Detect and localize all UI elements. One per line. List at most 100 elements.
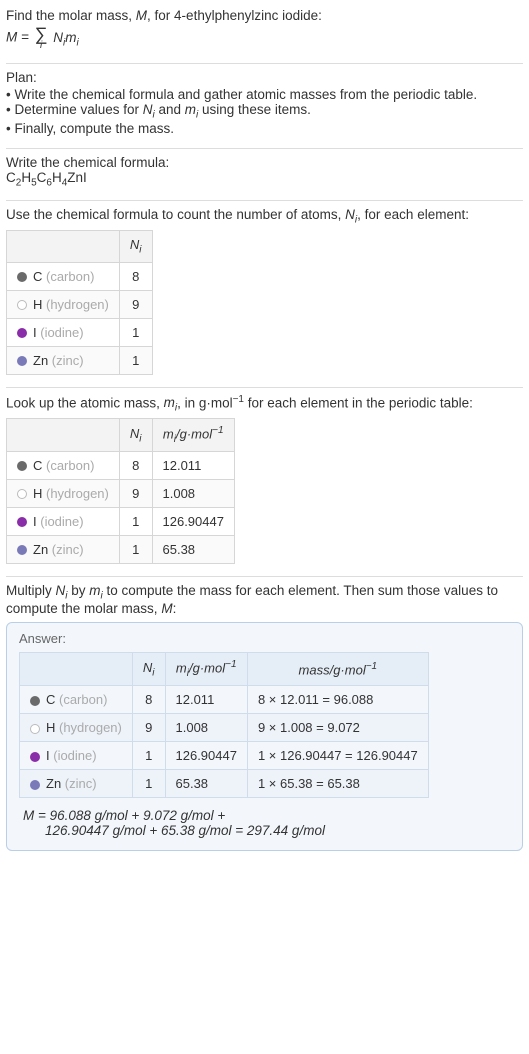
cell-Ni: 1	[119, 507, 152, 535]
element-cell: H (hydrogen)	[20, 714, 133, 742]
cell-Ni: 8	[119, 451, 152, 479]
var-M: M	[6, 30, 17, 45]
formula-title: Write the chemical formula:	[6, 155, 523, 170]
col-mi: mi/g·mol−1	[152, 418, 234, 451]
intro-text-post: , for 4-ethylphenylzinc iodide:	[147, 8, 322, 23]
divider	[6, 63, 523, 64]
element-dot-icon	[17, 517, 27, 527]
divider	[6, 148, 523, 149]
table-row: Zn (zinc)165.38	[7, 535, 235, 563]
element-name: (iodine)	[53, 748, 96, 763]
table-row: I (iodine)1126.90447	[7, 507, 235, 535]
count-rows: C (carbon)8H (hydrogen)9I (iodine)1Zn (z…	[7, 262, 153, 374]
element-cell: Zn (zinc)	[7, 346, 120, 374]
table-row: H (hydrogen)91.008	[7, 479, 235, 507]
element-dot-icon	[30, 696, 40, 706]
table-row: I (iodine)1	[7, 318, 153, 346]
element-cell: Zn (zinc)	[7, 535, 120, 563]
cell-mi: 126.90447	[165, 742, 247, 770]
answer-box: Answer: Ni mi/g·mol−1 mass/g·mol−1 C (ca…	[6, 622, 523, 851]
plan-title: Plan:	[6, 70, 523, 85]
cell-mass: 8 × 12.011 = 96.088	[247, 686, 428, 714]
element-dot-icon	[17, 272, 27, 282]
element-dot-icon	[17, 300, 27, 310]
cell-mi: 65.38	[152, 535, 234, 563]
var-mi: mi	[65, 30, 78, 45]
table-header-row: Ni	[7, 231, 153, 263]
element-symbol: H	[33, 486, 46, 501]
count-title: Use the chemical formula to count the nu…	[6, 207, 523, 226]
col-Ni: Ni	[119, 231, 152, 263]
cell-mi: 12.011	[152, 451, 234, 479]
answer-title: Answer:	[19, 631, 510, 646]
divider	[6, 576, 523, 577]
cell-Ni: 9	[132, 714, 165, 742]
table-row: H (hydrogen)91.0089 × 1.008 = 9.072	[20, 714, 429, 742]
mass-title: Look up the atomic mass, mi, in g·mol−1 …	[6, 394, 523, 414]
table-row: C (carbon)812.011	[7, 451, 235, 479]
element-symbol: Zn	[33, 542, 52, 557]
formula-section: Write the chemical formula: C2H5C6H4ZnI	[6, 151, 523, 199]
plan-bullets: • Write the chemical formula and gather …	[6, 87, 523, 136]
cell-Ni: 1	[119, 535, 152, 563]
cell-mass: 1 × 65.38 = 65.38	[247, 770, 428, 798]
element-name: (hydrogen)	[46, 297, 109, 312]
element-name: (zinc)	[52, 542, 84, 557]
element-name: (iodine)	[40, 514, 83, 529]
table-row: I (iodine)1126.904471 × 126.90447 = 126.…	[20, 742, 429, 770]
col-mi: mi/g·mol−1	[165, 653, 247, 686]
final-line2: 126.90447 g/mol + 65.38 g/mol = 297.44 g…	[23, 823, 463, 838]
cell-Ni: 9	[119, 290, 152, 318]
element-symbol: C	[33, 458, 46, 473]
element-symbol: H	[46, 720, 59, 735]
element-name: (zinc)	[65, 776, 97, 791]
element-symbol: Zn	[33, 353, 52, 368]
cell-Ni: 8	[132, 686, 165, 714]
element-dot-icon	[17, 328, 27, 338]
element-dot-icon	[30, 752, 40, 762]
cell-Ni: 1	[119, 346, 152, 374]
chemical-formula: C2H5C6H4ZnI	[6, 170, 523, 189]
element-cell: H (hydrogen)	[7, 290, 120, 318]
cell-Ni: 1	[119, 318, 152, 346]
element-name: (carbon)	[59, 692, 107, 707]
col-Ni: Ni	[132, 653, 165, 686]
empty-header	[20, 653, 133, 686]
cell-mi: 1.008	[165, 714, 247, 742]
empty-header	[7, 418, 120, 451]
element-name: (hydrogen)	[46, 486, 109, 501]
element-cell: H (hydrogen)	[7, 479, 120, 507]
element-symbol: H	[33, 297, 46, 312]
empty-header	[7, 231, 120, 263]
element-cell: C (carbon)	[20, 686, 133, 714]
table-header-row: Ni mi/g·mol−1	[7, 418, 235, 451]
divider	[6, 387, 523, 388]
cell-mass: 9 × 1.008 = 9.072	[247, 714, 428, 742]
table-header-row: Ni mi/g·mol−1 mass/g·mol−1	[20, 653, 429, 686]
var-Ni: Ni	[53, 30, 65, 45]
intro-section: Find the molar mass, M, for 4-ethylpheny…	[6, 4, 523, 61]
count-table: Ni C (carbon)8H (hydrogen)9I (iodine)1Zn…	[6, 230, 153, 375]
mass-table: Ni mi/g·mol−1 C (carbon)812.011H (hydrog…	[6, 418, 235, 564]
plan-item: • Write the chemical formula and gather …	[6, 87, 523, 102]
element-dot-icon	[17, 356, 27, 366]
element-dot-icon	[17, 545, 27, 555]
plan-section: Plan: • Write the chemical formula and g…	[6, 66, 523, 146]
element-symbol: C	[33, 269, 46, 284]
element-dot-icon	[17, 489, 27, 499]
mass-section: Look up the atomic mass, mi, in g·mol−1 …	[6, 390, 523, 574]
element-cell: C (carbon)	[7, 262, 120, 290]
var-M: M	[136, 8, 147, 23]
element-dot-icon	[30, 724, 40, 734]
divider	[6, 200, 523, 201]
element-cell: I (iodine)	[7, 507, 120, 535]
element-cell: Zn (zinc)	[20, 770, 133, 798]
cell-mi: 126.90447	[152, 507, 234, 535]
intro-formula: M = ∑ i Nimi	[6, 25, 523, 51]
plan-item: • Finally, compute the mass.	[6, 121, 523, 136]
multiply-text: Multiply Ni by mi to compute the mass fo…	[6, 583, 523, 617]
cell-Ni: 1	[132, 770, 165, 798]
cell-mi: 12.011	[165, 686, 247, 714]
col-mass: mass/g·mol−1	[247, 653, 428, 686]
plan-item: • Determine values for Ni and mi using t…	[6, 102, 523, 121]
